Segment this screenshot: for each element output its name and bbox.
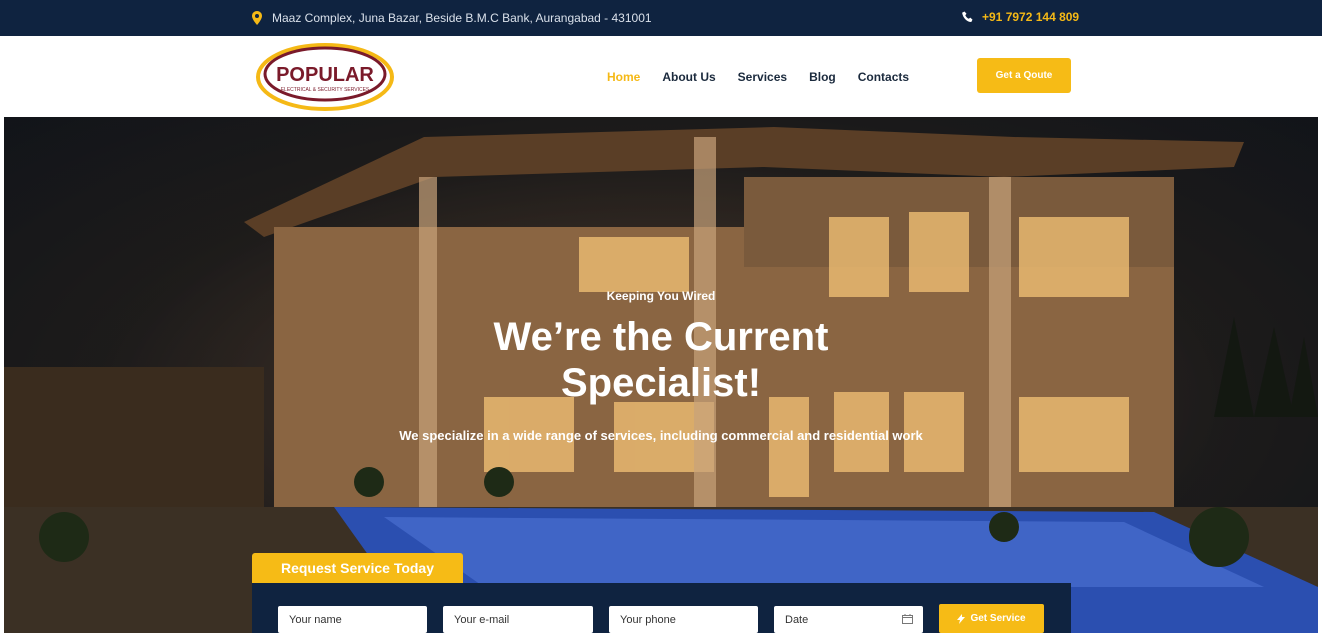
- logo-text: POPULAR: [276, 64, 374, 86]
- nav-services[interactable]: Services: [738, 70, 787, 84]
- get-a-quote-button[interactable]: Get a Qoute: [977, 58, 1071, 93]
- address-text: Maaz Complex, Juna Bazar, Beside B.M.C B…: [272, 11, 652, 25]
- phone-number[interactable]: +91 7972 144 809: [982, 10, 1079, 24]
- nav-home[interactable]: Home: [607, 70, 640, 84]
- address-block: Maaz Complex, Juna Bazar, Beside B.M.C B…: [252, 11, 652, 25]
- date-field[interactable]: Date: [774, 606, 923, 633]
- get-service-label: Get Service: [970, 613, 1026, 624]
- name-placeholder: Your name: [289, 613, 342, 626]
- request-service-tab: Request Service Today: [252, 553, 463, 583]
- hero-title-line-2: Specialist!: [560, 361, 762, 405]
- phone-icon: [962, 11, 973, 22]
- nav-about-us[interactable]: About Us: [662, 70, 715, 84]
- logo-tagline: ELECTRICAL & SECURITY SERVICES: [281, 87, 370, 93]
- nav-contacts[interactable]: Contacts: [858, 70, 909, 84]
- calendar-icon[interactable]: [902, 614, 913, 624]
- get-service-button[interactable]: Get Service: [939, 604, 1044, 633]
- date-placeholder: Date: [785, 613, 809, 626]
- top-bar: Maaz Complex, Juna Bazar, Beside B.M.C B…: [0, 0, 1322, 36]
- bolt-icon: [957, 613, 966, 624]
- main-nav: Home About Us Services Blog Contacts: [607, 70, 909, 84]
- hero-section: Keeping You Wired We’re the Current Spec…: [4, 117, 1318, 633]
- phone-field[interactable]: Your phone: [609, 606, 758, 633]
- phone-placeholder: Your phone: [620, 613, 676, 626]
- phone-block[interactable]: +91 7972 144 809: [962, 10, 1079, 24]
- hero-kicker: Keeping You Wired: [606, 289, 716, 303]
- map-pin-icon: [252, 11, 262, 25]
- nav-blog[interactable]: Blog: [809, 70, 836, 84]
- hero-subtitle: We specialize in a wide range of service…: [399, 428, 923, 443]
- email-field[interactable]: Your e-mail: [443, 606, 593, 633]
- site-header: POPULAR ELECTRICAL & SECURITY SERVICES H…: [4, 36, 1318, 118]
- name-field[interactable]: Your name: [278, 606, 427, 633]
- email-placeholder: Your e-mail: [454, 613, 510, 626]
- hero-title-line-1: We’re the Current: [493, 315, 829, 359]
- hero-title: We’re the Current Specialist!: [4, 314, 1318, 406]
- logo[interactable]: POPULAR ELECTRICAL & SECURITY SERVICES: [255, 41, 395, 113]
